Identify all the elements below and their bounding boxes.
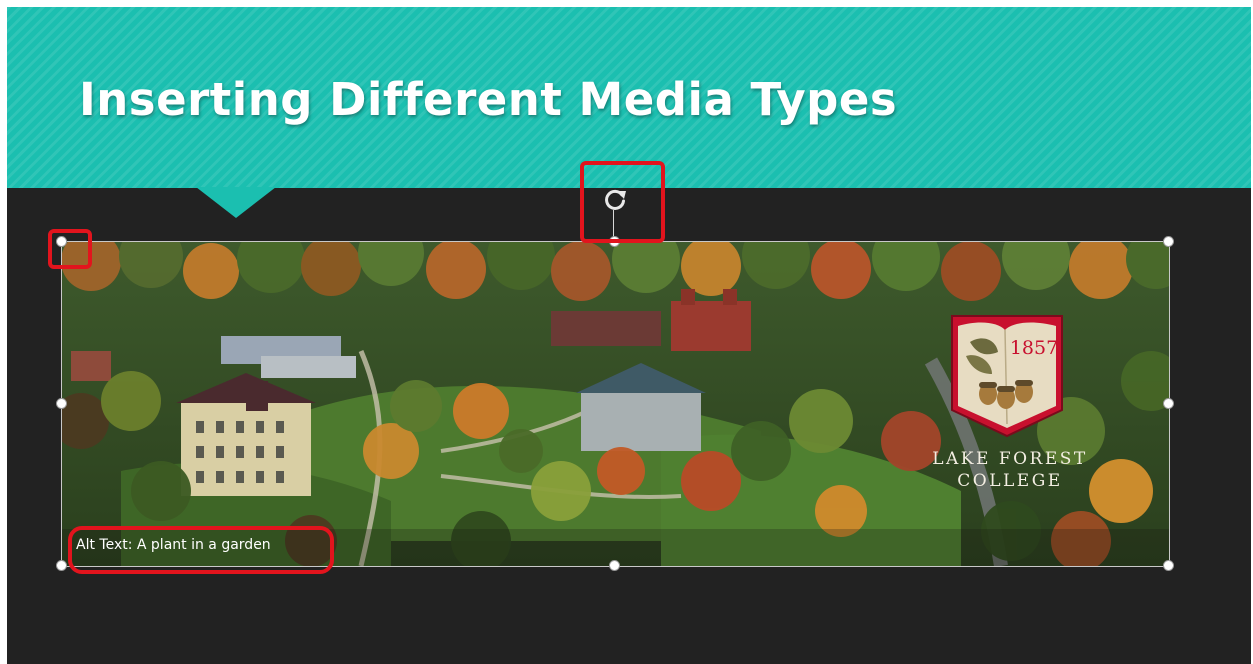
resize-handle-bottom-center[interactable]: [609, 560, 620, 571]
resize-handle-bottom-right[interactable]: [1163, 560, 1174, 571]
college-name: LAKE FOREST COLLEGE: [910, 448, 1110, 492]
highlight-alt-text: [68, 526, 334, 574]
resize-handle-bottom-left[interactable]: [56, 560, 67, 571]
slide-title[interactable]: Inserting Different Media Types: [79, 73, 897, 126]
college-seal: 1857: [948, 312, 1066, 440]
campus-photo[interactable]: 1857 LAKE FOREST COLLEGE: [61, 241, 1169, 566]
college-name-line2: COLLEGE: [957, 471, 1063, 491]
highlight-corner-handle: [48, 229, 92, 269]
title-notch: [196, 187, 276, 218]
highlight-rotate-handle: [580, 161, 665, 243]
college-seal-icon: 1857: [951, 315, 1063, 438]
seal-year: 1857: [1010, 337, 1058, 359]
resize-handle-middle-left[interactable]: [56, 398, 67, 409]
college-name-line1: LAKE FOREST: [932, 449, 1088, 469]
resize-handle-middle-right[interactable]: [1163, 398, 1174, 409]
resize-handle-top-right[interactable]: [1163, 236, 1174, 247]
